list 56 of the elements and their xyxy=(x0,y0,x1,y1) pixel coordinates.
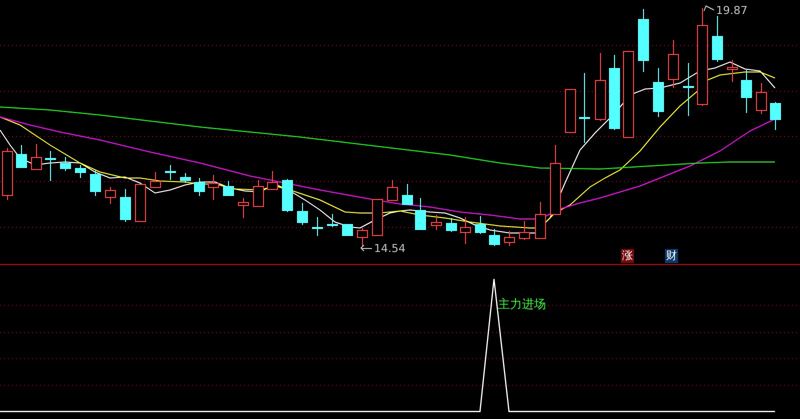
candle xyxy=(16,144,27,168)
candle xyxy=(297,202,308,226)
candle xyxy=(357,228,368,248)
chart-badge: 财 xyxy=(665,249,678,263)
candle xyxy=(638,8,649,72)
leader-line xyxy=(704,5,714,12)
candle xyxy=(105,186,116,204)
candle xyxy=(727,60,738,82)
candle xyxy=(238,198,249,218)
chart-badge: 涨 xyxy=(621,249,634,263)
candle xyxy=(550,144,561,215)
price-label: 14.54 xyxy=(374,243,406,255)
candle xyxy=(75,164,86,178)
candle xyxy=(282,178,293,212)
candle xyxy=(741,70,752,114)
candle xyxy=(387,180,398,201)
candle xyxy=(180,172,191,184)
candle xyxy=(327,214,338,228)
candle xyxy=(565,88,576,133)
candle xyxy=(402,184,413,206)
candle xyxy=(60,156,71,172)
candle xyxy=(504,230,515,246)
candle xyxy=(267,170,278,190)
candle xyxy=(90,170,101,196)
candle xyxy=(431,214,442,230)
candle xyxy=(668,40,679,88)
candle xyxy=(712,16,723,62)
candle xyxy=(208,174,219,200)
candle xyxy=(653,68,664,118)
candle xyxy=(312,216,323,236)
candle xyxy=(120,188,131,222)
candle xyxy=(446,218,457,232)
candle xyxy=(579,72,590,144)
candle xyxy=(223,180,234,196)
candle xyxy=(770,102,781,130)
candle xyxy=(489,228,500,246)
leader-line xyxy=(360,244,372,252)
candle xyxy=(31,144,42,170)
candle xyxy=(415,198,426,230)
candle xyxy=(372,198,383,236)
candle xyxy=(595,52,606,122)
candle xyxy=(535,202,546,240)
price-label: 19.87 xyxy=(716,5,748,17)
candle xyxy=(342,224,353,236)
candle xyxy=(519,220,530,240)
candle xyxy=(194,178,205,196)
signal-label: 主力进场 xyxy=(498,297,546,311)
candle xyxy=(683,62,694,116)
candle xyxy=(460,216,471,244)
candle xyxy=(150,172,161,188)
candle xyxy=(756,82,767,114)
candle xyxy=(165,164,176,180)
candle xyxy=(45,150,56,182)
candle xyxy=(475,216,486,234)
candle xyxy=(135,184,146,222)
candle xyxy=(253,180,264,207)
